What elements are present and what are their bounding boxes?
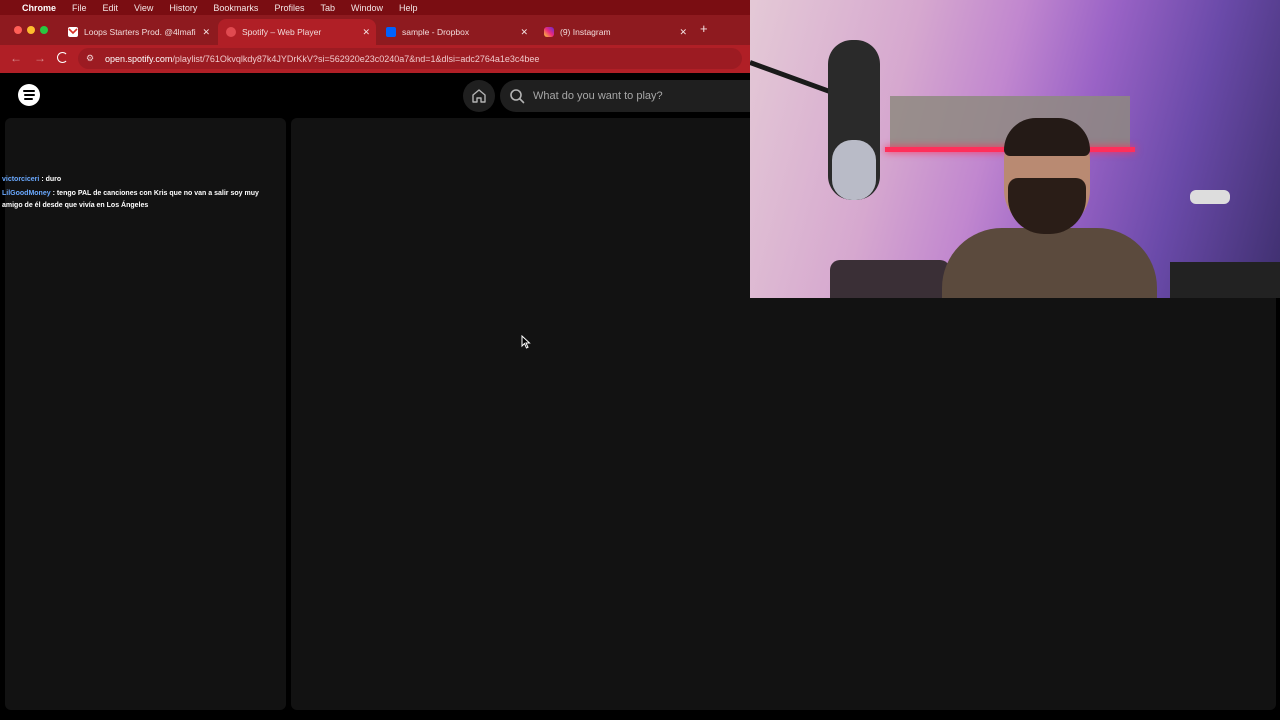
site-settings-icon[interactable]: ⚙ [86,53,100,64]
menu-tab[interactable]: Tab [320,3,335,13]
instagram-icon [544,27,554,37]
chat-username: victorciceri [2,176,40,183]
search-input[interactable] [533,90,733,102]
stream-chat-overlay: victorciceri : duro LilGoodMoney : tengo… [2,174,278,213]
webcam-keyboard [1170,262,1280,298]
window-close-button[interactable] [14,26,22,34]
search-bar[interactable] [500,80,750,112]
chat-message: LilGoodMoney : tengo PAL de canciones co… [2,188,278,213]
chat-text: : duro [41,176,62,183]
tab-title: Spotify – Web Player [242,27,322,37]
home-button[interactable] [463,80,495,112]
menu-bookmarks[interactable]: Bookmarks [213,3,258,13]
menu-app-name[interactable]: Chrome [22,3,56,13]
back-arrow-icon[interactable]: ← [10,51,22,65]
webcam-lamp [1190,190,1230,204]
menu-history[interactable]: History [169,3,197,13]
webcam-microphone [828,40,880,200]
dropbox-icon [386,27,396,37]
chat-username: LilGoodMoney [2,189,51,197]
new-tab-plus-icon[interactable]: + [700,21,708,36]
address-bar[interactable]: ⚙ open.spotify.com/playlist/761Okvqlkdy8… [78,48,742,69]
tab-close-icon[interactable]: ✕ [202,27,210,38]
tab-gmail[interactable]: Loops Starters Prod. @4lmafi ✕ [60,19,216,45]
menu-window[interactable]: Window [351,3,383,13]
webcam-overlay [750,0,1280,298]
tab-title: sample - Dropbox [402,27,470,37]
url-path: /playlist/761Okvqlkdy87k4JYDrKkV?si=5629… [172,53,540,64]
home-icon [472,89,486,103]
window-minimize-button[interactable] [27,26,35,34]
tab-close-icon[interactable]: ✕ [520,27,528,38]
mouse-cursor-icon [521,335,531,349]
spotify-icon [226,27,236,37]
url-host: open.spotify.com [105,53,173,64]
tab-close-icon[interactable]: ✕ [362,27,370,38]
gmail-icon [68,27,78,37]
tab-instagram[interactable]: (9) Instagram ✕ [536,19,693,45]
loading-spinner-icon[interactable] [57,52,68,63]
menu-view[interactable]: View [134,3,153,13]
window-zoom-button[interactable] [40,26,48,34]
forward-arrow-icon[interactable]: → [34,51,46,65]
menu-profiles[interactable]: Profiles [274,3,304,13]
chat-message: victorciceri : duro [2,174,278,187]
spotify-logo-icon[interactable] [18,84,40,106]
menu-edit[interactable]: Edit [103,3,119,13]
search-icon [510,89,525,104]
tab-dropbox[interactable]: sample - Dropbox ✕ [378,19,534,45]
webcam-person [922,118,1157,298]
tab-title: Loops Starters Prod. @4lmafi [84,27,196,37]
tab-spotify[interactable]: Spotify – Web Player ✕ [218,19,376,45]
tab-close-icon[interactable]: ✕ [679,27,687,38]
tab-title: (9) Instagram [560,27,611,37]
menu-file[interactable]: File [72,3,87,13]
menu-help[interactable]: Help [399,3,418,13]
